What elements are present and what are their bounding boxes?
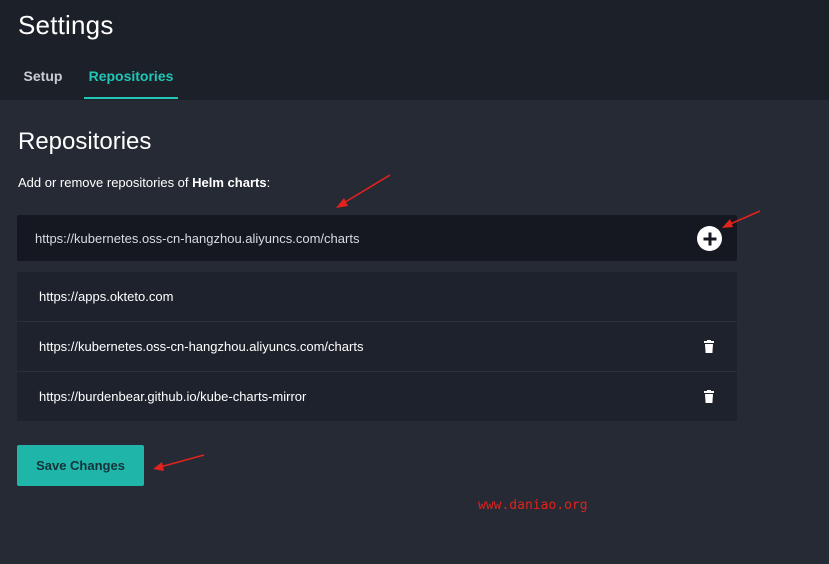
annotation-arrow-head (336, 198, 348, 208)
page-title: Settings (18, 10, 114, 40)
repository-item: https://apps.okteto.com (17, 272, 737, 322)
repository-url: https://burdenbear.github.io/kube-charts… (39, 389, 307, 404)
settings-page: Settings Setup Repositories Repositories… (0, 0, 829, 564)
repository-url-input[interactable] (35, 215, 675, 261)
tab-setup[interactable]: Setup (16, 56, 70, 97)
plus-circle-icon[interactable] (697, 226, 722, 251)
section-description: Add or remove repositories of Helm chart… (18, 175, 270, 190)
tab-repositories[interactable]: Repositories (84, 56, 178, 99)
repository-item: https://burdenbear.github.io/kube-charts… (17, 372, 737, 421)
trash-icon[interactable] (704, 340, 714, 353)
description-colon: : (266, 175, 271, 190)
repository-list: https://apps.okteto.com https://kubernet… (17, 272, 737, 421)
section-title: Repositories (18, 128, 152, 155)
repository-url: https://apps.okteto.com (39, 289, 174, 304)
description-helm-charts: Helm charts (192, 175, 267, 190)
trash-icon[interactable] (704, 390, 714, 403)
annotation-arrow-line (341, 174, 391, 205)
watermark-text: www.daniao.org (478, 498, 588, 513)
tab-bar: Setup Repositories (0, 56, 829, 100)
save-changes-button[interactable]: Save Changes (17, 445, 144, 486)
annotation-arrow-head (153, 462, 164, 471)
add-repository-row (17, 215, 737, 261)
repository-item: https://kubernetes.oss-cn-hangzhou.aliyu… (17, 322, 737, 372)
repository-url: https://kubernetes.oss-cn-hangzhou.aliyu… (39, 339, 364, 354)
settings-header: Settings Setup Repositories (0, 0, 829, 100)
description-text: Add or remove repositories of (18, 175, 193, 190)
annotation-arrow-line (159, 454, 205, 468)
